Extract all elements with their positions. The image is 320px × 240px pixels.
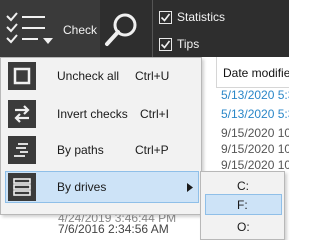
ribbon-separator: [152, 0, 153, 57]
table-cell-date: 9/15/2020 10:3: [221, 158, 289, 172]
checklist-dropdown-icon: [6, 12, 53, 44]
table-cell-date: 7/6/2016 2:34:56 AM: [58, 222, 169, 236]
menu-item-label: Uncheck all: [57, 69, 120, 83]
drives-submenu: C: F: O:: [200, 171, 285, 240]
menu-item-uncheck-all[interactable]: Uncheck all Ctrl+U: [5, 60, 199, 92]
menu-item-label: By drives: [57, 180, 107, 194]
date-modified-column-header[interactable]: Date modifie: [216, 57, 289, 88]
swap-arrows-icon: [8, 100, 36, 128]
menu-item-label: Invert checks: [57, 107, 128, 121]
submenu-item-label: F:: [237, 198, 248, 212]
table-cell-date: 9/15/2020 10:3: [221, 142, 289, 156]
submenu-arrow-icon: [187, 183, 193, 192]
table-cell-date: 5/13/2020 5:3: [221, 88, 289, 102]
check-button-label: Check: [63, 23, 98, 37]
menu-item-shortcut: Ctrl+U: [135, 69, 170, 83]
drives-stack-icon: [8, 173, 36, 201]
statistics-toggle[interactable]: Statistics: [159, 8, 225, 26]
submenu-item-drive-f[interactable]: F:: [205, 194, 282, 215]
submenu-item-label: C:: [237, 179, 249, 193]
tips-toggle[interactable]: Tips: [159, 35, 199, 53]
toolbar-ribbon: Check Statistics Tips: [0, 0, 289, 57]
tips-label: Tips: [177, 37, 200, 51]
table-cell-date: 9/15/2020 10:3: [221, 126, 289, 140]
checkbox-empty-icon: [8, 62, 36, 90]
submenu-item-drive-o[interactable]: O:: [205, 216, 282, 237]
statistics-checkbox[interactable]: [159, 10, 172, 24]
menu-item-shortcut: Ctrl+I: [140, 107, 170, 121]
menu-item-by-drives[interactable]: By drives: [5, 171, 199, 203]
statistics-label: Statistics: [177, 10, 226, 24]
table-cell-date: 5/13/2020 5:3: [221, 107, 289, 121]
menu-item-by-paths[interactable]: By paths Ctrl+P: [5, 134, 199, 166]
tips-checkbox[interactable]: [159, 37, 172, 51]
submenu-item-label: O:: [237, 220, 250, 234]
check-menu-button[interactable]: Check: [0, 0, 100, 57]
menu-item-shortcut: Ctrl+P: [135, 143, 169, 157]
menu-item-label: By paths: [57, 143, 104, 157]
menu-item-invert-checks[interactable]: Invert checks Ctrl+I: [5, 98, 199, 130]
submenu-item-drive-c[interactable]: C:: [205, 175, 282, 196]
check-dropdown-menu: Uncheck all Ctrl+U Invert checks Ctrl+I …: [0, 57, 202, 215]
search-icon[interactable]: [103, 12, 139, 48]
paths-lines-icon: [8, 136, 36, 164]
